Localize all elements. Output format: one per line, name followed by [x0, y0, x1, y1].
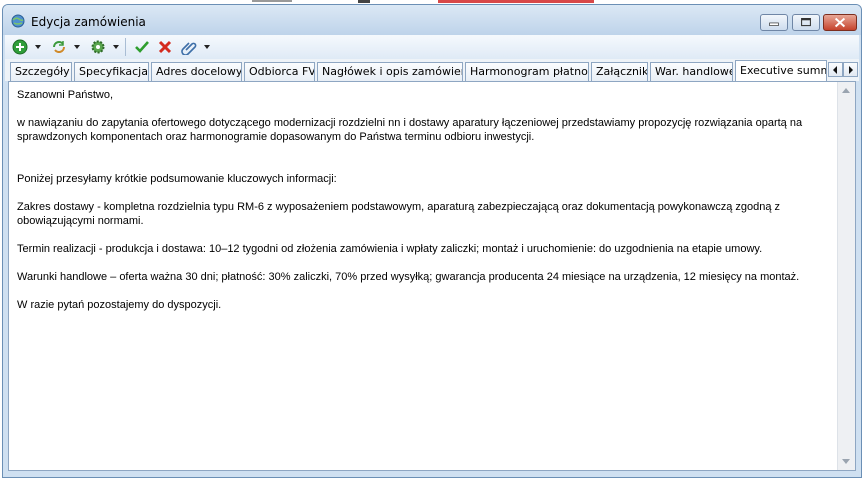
tab-specyfikacja[interactable]: Specyfikacja [74, 62, 149, 81]
order-edit-window: Edycja zamówienia Szczegóły Specyfikacja… [2, 4, 862, 478]
window-title: Edycja zamówienia [31, 15, 146, 29]
attachment-button[interactable] [181, 39, 197, 55]
settings-gear-icon [91, 40, 105, 54]
attachment-dropdown-chevron-icon[interactable] [204, 45, 210, 49]
schedule-paragraph: Termin realizacji - produkcja i dostawa:… [17, 243, 763, 255]
closing-paragraph: W razie pytań pozostajemy do dyspozycji. [17, 299, 222, 311]
accept-check-icon [135, 41, 149, 53]
tab-war-handlowe[interactable]: War. handlowe [650, 62, 733, 81]
tab-executive-summary[interactable]: Executive summa [735, 60, 827, 81]
scroll-down-icon[interactable] [842, 459, 850, 464]
attachment-clip-icon [181, 42, 197, 55]
chevron-right-icon [849, 66, 853, 74]
maximize-button[interactable] [792, 14, 820, 31]
reject-x-icon [158, 40, 172, 54]
background-fragment [438, 0, 594, 3]
refresh-icon [53, 41, 65, 53]
toolbar-divider [125, 38, 126, 56]
title-bar[interactable]: Edycja zamówienia [3, 5, 861, 35]
toolbar [5, 35, 859, 60]
settings-dropdown-chevron-icon[interactable] [113, 45, 119, 49]
refresh-dropdown-chevron-icon[interactable] [74, 45, 80, 49]
chevron-left-icon [833, 66, 837, 74]
vertical-scrollbar[interactable] [837, 82, 855, 470]
summary-lead-paragraph: Poniżej przesyłamy krótkie podsumowanie … [17, 173, 337, 185]
add-button[interactable] [12, 39, 28, 55]
tab-harmonogram-platnosci[interactable]: Harmonogram płatności [465, 62, 589, 81]
tab-naglowek-i-opis[interactable]: Nagłówek i opis zamówienia [317, 62, 463, 81]
close-button[interactable] [823, 14, 857, 31]
add-icon [12, 39, 28, 55]
terms-paragraph: Warunki handlowe – oferta ważna 30 dni; … [17, 271, 800, 283]
maximize-icon [801, 18, 811, 27]
tab-zalaczniki[interactable]: Załączniki [591, 62, 648, 81]
scope-paragraph: Zakres dostawy - kompletna rozdzielnia t… [17, 201, 781, 227]
tab-strip: Szczegóły Specyfikacja Adres docelowy Od… [5, 59, 859, 81]
close-icon [834, 17, 846, 28]
tab-szczegoly[interactable]: Szczegóły [10, 62, 72, 81]
background-fragment [358, 0, 370, 3]
intro-paragraph: w nawiązaniu do zapytania ofertowego dot… [17, 117, 803, 143]
tab-adres-docelowy[interactable]: Adres docelowy [151, 62, 242, 81]
minimize-button[interactable] [760, 14, 788, 31]
minimize-icon [769, 22, 779, 26]
app-globe-icon [11, 14, 25, 28]
window-bottom-frame [5, 471, 861, 477]
accept-button[interactable] [134, 39, 150, 55]
executive-summary-panel: Szanowni Państwo, w nawiązaniu do zapyta… [8, 81, 856, 471]
greeting: Szanowni Państwo, [17, 89, 113, 101]
add-dropdown-chevron-icon[interactable] [35, 45, 41, 49]
settings-button[interactable] [90, 39, 106, 55]
tab-odbiorca-fv[interactable]: Odbiorca FV [244, 62, 315, 81]
scroll-up-icon[interactable] [842, 88, 850, 93]
refresh-button[interactable] [51, 39, 67, 55]
summary-text-editor[interactable]: Szanowni Państwo, w nawiązaniu do zapyta… [9, 82, 839, 470]
tab-scroll-left-button[interactable] [828, 62, 843, 77]
tab-scroll-right-button[interactable] [843, 62, 858, 77]
reject-button[interactable] [157, 39, 173, 55]
background-fragment [252, 0, 292, 2]
